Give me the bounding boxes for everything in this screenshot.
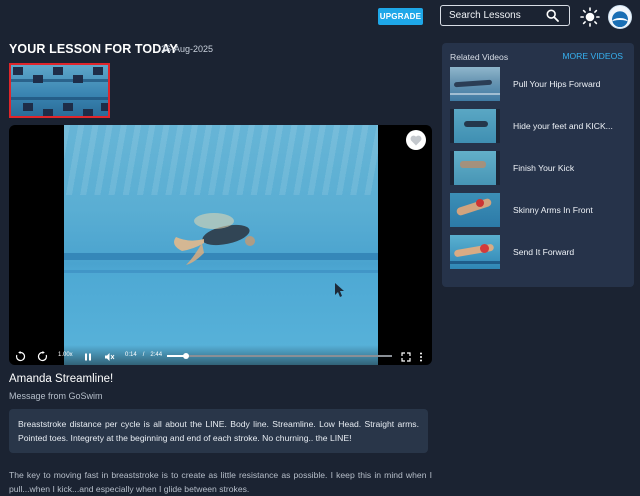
video-thumbnail[interactable] (450, 193, 500, 227)
duration: 2:44 (150, 352, 163, 358)
related-video-title[interactable]: Finish Your Kick (513, 163, 628, 173)
related-video-item[interactable]: Skinny Arms In Front (450, 193, 630, 227)
rewind-icon[interactable] (15, 349, 26, 365)
video-thumbnail[interactable] (450, 151, 500, 185)
video-thumbnail[interactable] (450, 109, 500, 143)
related-video-item[interactable]: Send It Forward (450, 235, 630, 269)
more-videos-link[interactable]: MORE VIDEOS (562, 51, 623, 61)
message-source: Message from GoSwim (9, 391, 103, 401)
heart-icon (410, 135, 422, 145)
search-icon[interactable] (546, 9, 559, 27)
cursor-icon (335, 283, 344, 297)
related-video-title[interactable]: Pull Your Hips Forward (513, 79, 628, 89)
favorite-button[interactable] (406, 130, 426, 150)
progress-handle[interactable] (183, 353, 190, 359)
video-thumbnail[interactable] (450, 67, 500, 101)
coach-note: Breaststroke distance per cycle is all a… (9, 409, 428, 453)
video-frame[interactable] (64, 125, 378, 365)
related-video-item[interactable]: Finish Your Kick (450, 151, 630, 185)
related-video-title[interactable]: Hide your feet and KICK... (513, 121, 628, 131)
swimmer-image (174, 213, 255, 265)
current-time: 0:14 (125, 352, 137, 358)
video-controls: 1.00x 0:14 / 2:44 (9, 345, 432, 365)
mute-icon[interactable] (104, 349, 115, 365)
video-title: Amanda Streamline! (9, 373, 114, 385)
related-videos-panel: Related Videos MORE VIDEOS Pull Your Hip… (442, 43, 634, 287)
related-video-item[interactable]: Pull Your Hips Forward (450, 67, 630, 101)
sun-icon[interactable] (580, 7, 600, 32)
time-display: 0:14 / 2:44 (125, 352, 162, 358)
related-video-title[interactable]: Send It Forward (513, 247, 628, 257)
search-box[interactable] (440, 5, 570, 26)
related-video-title[interactable]: Skinny Arms In Front (513, 205, 628, 215)
progress-bar[interactable] (167, 353, 392, 359)
related-videos-title: Related Videos (450, 52, 509, 62)
lesson-thumbnail[interactable] (9, 63, 110, 118)
avatar[interactable] (608, 5, 632, 29)
video-player[interactable]: 1.00x 0:14 / 2:44 (9, 125, 432, 365)
search-input[interactable] (447, 9, 547, 22)
pause-icon[interactable] (83, 349, 93, 365)
page-title: YOUR LESSON FOR TODAY (9, 42, 178, 56)
forward-icon[interactable] (37, 349, 48, 365)
time-separator: / (142, 352, 145, 358)
upgrade-button[interactable]: UPGRADE (378, 8, 423, 25)
lesson-date: 26-Aug-2025 (161, 44, 214, 54)
lesson-description: The key to moving fast in breaststroke i… (9, 470, 432, 494)
related-video-item[interactable]: Hide your feet and KICK... (450, 109, 630, 143)
top-bar: UPGRADE (0, 0, 640, 34)
video-thumbnail[interactable] (450, 235, 500, 269)
playback-speed[interactable]: 1.00x (58, 352, 73, 358)
fullscreen-icon[interactable] (401, 349, 411, 365)
more-options-icon[interactable] (418, 349, 424, 365)
